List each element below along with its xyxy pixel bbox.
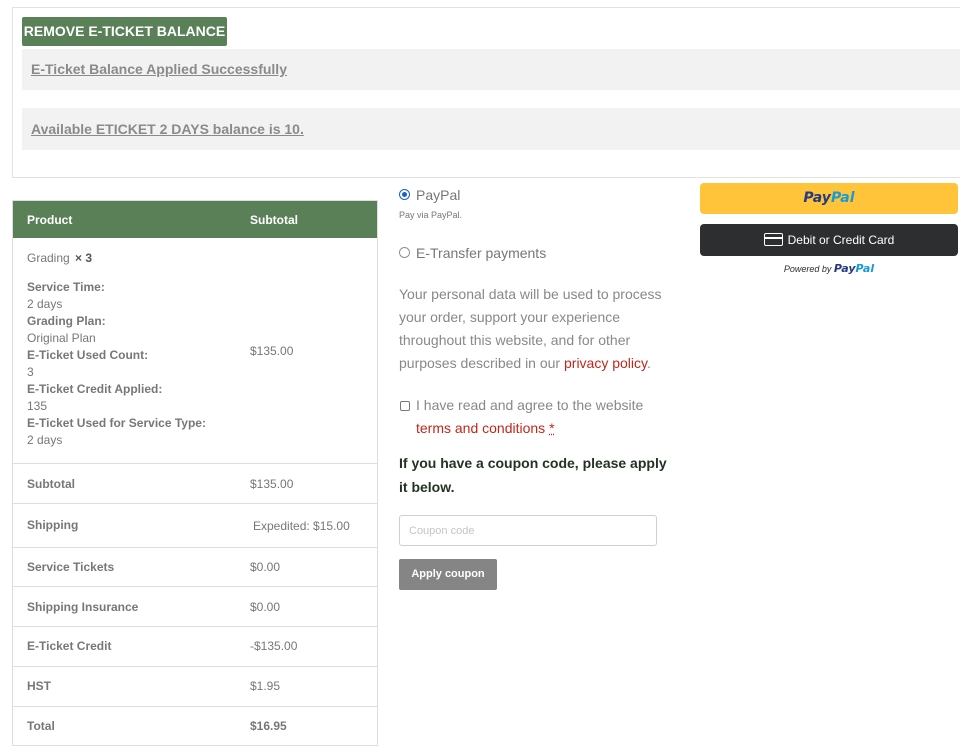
paypal-checkout-button[interactable]: PayPal [700,183,958,214]
order-row-subtotal: Subtotal $135.00 [13,463,377,503]
powered-by-text: Powered by [783,264,832,274]
powered-by-paypal: Powered by PayPal [700,262,958,275]
privacy-notice: Your personal data will be used to proce… [399,283,669,375]
order-row-service-tickets: Service Tickets $0.00 [13,547,377,586]
powered-logo-pal: Pal [855,262,875,275]
order-row-label: Total [27,719,55,733]
product-line-total: $135.00 [250,344,294,358]
credit-card-icon [763,233,783,247]
shipping-method-value[interactable]: Expedited: $15.00 [253,519,350,533]
item-meta-label: E-Ticket Used for Service Type: [27,416,206,430]
order-row-shipping: Shipping Expedited: $15.00 [13,503,377,547]
order-row-label: Subtotal [27,477,75,491]
paypal-logo-pal: Pal [830,190,855,206]
item-meta-label: Service Time: [27,280,105,294]
order-row-value: -$135.00 [250,639,298,653]
order-review-table: Product Subtotal Grading × 3 Service Tim… [12,200,378,746]
etransfer-method-label[interactable]: E-Transfer payments [416,245,546,261]
apply-coupon-button[interactable]: Apply coupon [399,559,497,590]
terms-label: I have read and agree to the website ter… [416,394,666,440]
item-meta-value: 135 [27,399,48,413]
item-meta-value: 2 days [27,297,63,311]
item-meta-value: 3 [27,365,34,379]
order-row-value: $0.00 [250,600,281,614]
paypal-logo-pay: Pay [803,190,831,206]
paypal-method-label[interactable]: PayPal [416,187,460,203]
order-row-shipping-insurance: Shipping Insurance $0.00 [13,586,377,626]
product-column-header: Product [27,213,73,227]
order-total-value: $16.95 [250,719,287,733]
item-meta-value: 2 days [27,433,63,447]
eticket-applied-notice[interactable]: E-Ticket Balance Applied Successfully [22,49,960,90]
order-row-label: Shipping [27,518,79,532]
item-meta-label: E-Ticket Credit Applied: [27,382,163,396]
remove-eticket-balance-button[interactable]: REMOVE E-TICKET BALANCE [22,17,227,46]
cart-item: Grading × 3 Service Time: 2 days Grading… [27,251,242,449]
coupon-hint: If you have a coupon code, please apply … [399,455,667,495]
paypal-method-description: Pay via PayPal. [399,210,463,220]
order-table-header: Product Subtotal [13,201,377,238]
product-name: Grading [27,251,70,265]
required-marker: * [549,420,555,436]
terms-link[interactable]: terms and conditions [416,420,545,436]
order-row-label: E-Ticket Credit [27,639,112,653]
terms-prefix: I have read and agree to the website [416,397,644,413]
order-row-label: Service Tickets [27,560,115,574]
etransfer-radio[interactable] [399,247,410,258]
order-row-eticket-credit: E-Ticket Credit -$135.00 [13,626,377,666]
debit-credit-card-button[interactable]: Debit or Credit Card [700,224,958,256]
order-row-label: Shipping Insurance [27,600,139,614]
privacy-policy-link[interactable]: privacy policy [564,355,647,371]
item-meta-value: Original Plan [27,331,96,345]
subtotal-column-header: Subtotal [250,213,298,227]
order-row-total: Total $16.95 [13,706,377,746]
paypal-radio[interactable] [399,189,410,200]
powered-logo-pay: Pay [833,262,856,275]
order-row-hst: HST $1.95 [13,666,377,706]
order-row-value: $0.00 [250,560,281,574]
coupon-code-input[interactable] [399,515,657,546]
item-meta-label: E-Ticket Used Count: [27,348,149,362]
card-button-label: Debit or Credit Card [787,233,895,247]
order-row-value: $135.00 [250,477,294,491]
terms-checkbox[interactable] [400,401,410,411]
eticket-balance-notice[interactable]: Available ETICKET 2 DAYS balance is 10. [22,108,960,150]
order-row-label: HST [27,679,51,693]
order-row-value: $1.95 [250,679,281,693]
item-meta-label: Grading Plan: [27,314,106,328]
privacy-period: . [647,355,651,371]
product-quantity: × 3 [75,251,93,265]
